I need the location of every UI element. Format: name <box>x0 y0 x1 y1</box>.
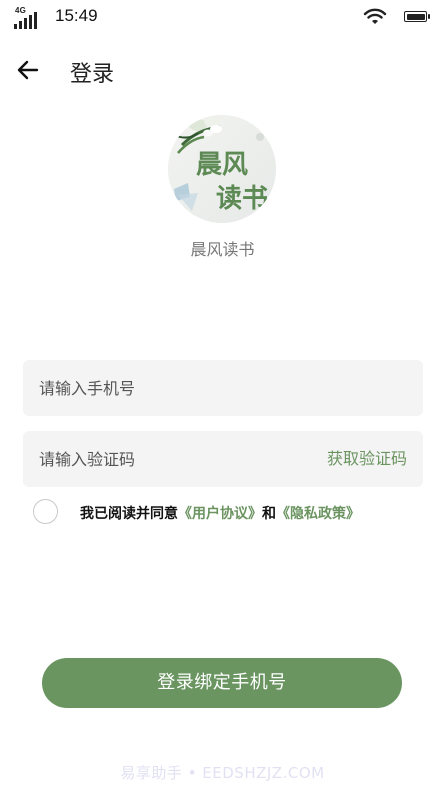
page-title: 登录 <box>70 62 115 87</box>
logo-image: 晨风 读书 <box>168 115 276 223</box>
status-bar: 4G 15:49 <box>0 0 445 36</box>
status-time: 15:49 <box>55 6 98 25</box>
phone-field[interactable] <box>23 360 423 416</box>
logo-text-line2: 读书 <box>216 184 268 214</box>
watermark: 易享助手 • EEDSHZJZ.COM <box>120 764 325 782</box>
code-field[interactable]: 获取验证码 <box>23 431 423 487</box>
back-button[interactable] <box>10 54 46 86</box>
agreement-checkbox[interactable] <box>33 499 58 524</box>
app-logo: 晨风 读书 <box>168 115 276 223</box>
get-code-button[interactable]: 获取验证码 <box>327 431 407 487</box>
privacy-policy-link[interactable]: 《隐私政策》 <box>276 506 360 522</box>
user-agreement-link[interactable]: 《用户协议》 <box>178 506 262 522</box>
battery-icon <box>404 11 430 22</box>
login-bind-phone-button[interactable]: 登录绑定手机号 <box>42 658 402 708</box>
code-input[interactable] <box>39 431 299 487</box>
agreement-conjunction: 和 <box>262 506 276 522</box>
header: 登录 <box>0 50 445 90</box>
app-name: 晨风读书 <box>190 240 255 259</box>
arrow-left-icon <box>17 60 39 80</box>
logo-text-line1: 晨风 <box>196 150 248 180</box>
agreement-text: 我已阅读并同意《用户协议》和《隐私政策》 <box>80 503 360 523</box>
cellular-signal-icon: 4G <box>14 6 40 30</box>
wifi-icon <box>363 8 387 24</box>
phone-input[interactable] <box>39 360 299 416</box>
agreement-row: 我已阅读并同意《用户协议》和《隐私政策》 <box>33 498 433 528</box>
agreement-prefix: 我已阅读并同意 <box>80 506 178 522</box>
